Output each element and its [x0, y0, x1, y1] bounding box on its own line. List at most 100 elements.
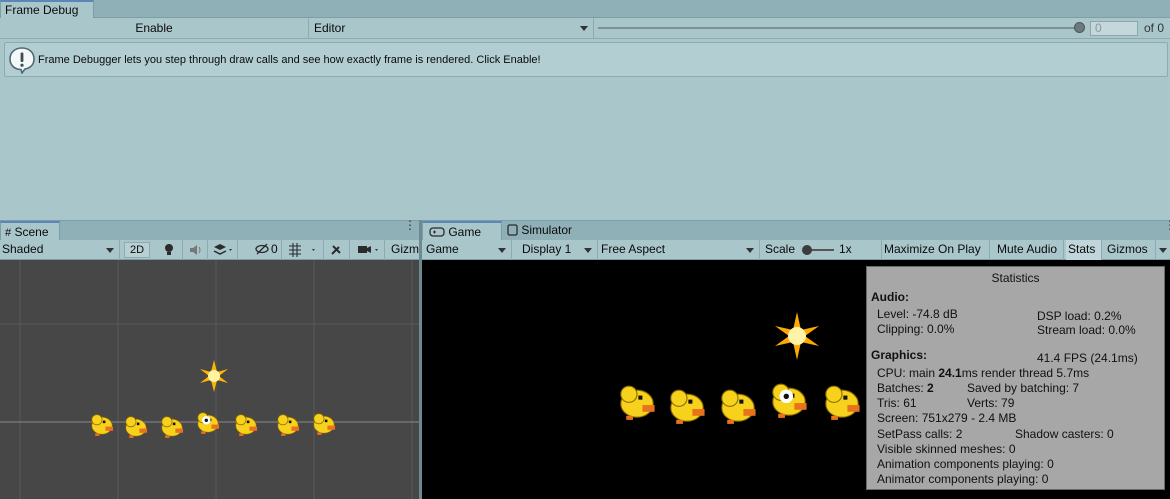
scale-slider-handle[interactable] [802, 245, 812, 255]
explosion-sprite [775, 312, 819, 360]
tab-game[interactable]: Game [422, 221, 502, 241]
explosion-sprite [200, 360, 228, 392]
statistics-title: Statistics [991, 271, 1040, 285]
audio-clipping: Clipping: 0.0% [877, 322, 955, 336]
stream-load: Stream load: 0.0% [1037, 323, 1136, 337]
scene-canvas [0, 260, 419, 499]
chevron-down-icon [580, 26, 588, 31]
event-slider-handle[interactable] [1074, 22, 1085, 33]
layers-icon [213, 244, 232, 255]
batches-prefix: Batches: [877, 381, 928, 395]
chevron-down-icon [106, 248, 114, 253]
audio-level: Level: -74.8 dB [877, 307, 958, 321]
event-slider-track[interactable] [598, 27, 1078, 29]
lightbulb-icon [165, 244, 173, 255]
view-mode-dropdown[interactable]: Game [422, 240, 512, 260]
scene-tabbar: # Scene ⋮ [0, 219, 419, 241]
duck-sprite [313, 413, 336, 435]
scene-visibility-toggle[interactable]: 0 [250, 240, 282, 260]
speaker-icon [190, 245, 201, 255]
surprised-duck-sprite [772, 383, 807, 418]
duck-sprite [670, 389, 705, 424]
stats-toggle[interactable]: Stats [1066, 240, 1102, 260]
more-options-icon[interactable]: ⋮ [1164, 219, 1170, 231]
maximize-on-play-toggle[interactable]: Maximize On Play [882, 240, 990, 260]
mute-audio-toggle[interactable]: Mute Audio [994, 240, 1064, 260]
scene-tab-label: Scene [14, 225, 49, 239]
chevron-down-icon [746, 248, 754, 253]
event-index-field[interactable]: 0 [1090, 21, 1138, 36]
screen-size: Screen: 751x279 - 2.4 MB [877, 411, 1017, 425]
display-value: Display 1 [522, 242, 572, 256]
lighting-toggle[interactable] [156, 240, 183, 260]
cpu-prefix: CPU: main [877, 366, 939, 380]
setpass-calls: SetPass calls: 2 [877, 427, 963, 441]
chevron-down-icon [498, 248, 506, 253]
audio-heading: Audio: [871, 290, 909, 304]
scene-viewport[interactable] [0, 260, 419, 499]
display-dropdown[interactable]: Display 1 [518, 240, 598, 260]
saved-by-batching: Saved by batching: 7 [967, 381, 1080, 395]
draw-mode-value: Shaded [2, 242, 44, 256]
scene-gizmos-dropdown[interactable]: Gizm [388, 240, 419, 260]
duck-sprite [235, 414, 258, 436]
grid-icon: # [5, 227, 12, 239]
hidden-eye-icon [255, 243, 269, 255]
visible-skinned-meshes: Visible skinned meshes: 0 [877, 442, 1016, 456]
cpu-main-value: 24.1 [938, 366, 962, 380]
batches-value: 2 [927, 381, 934, 395]
audio-toggle[interactable] [183, 240, 208, 260]
simulator-tab-label: Simulator [521, 223, 573, 237]
statistics-panel: Statistics Audio: Level: -74.8 dB DSP lo… [866, 266, 1165, 490]
info-icon [9, 47, 35, 74]
duck-sprite [721, 389, 756, 424]
game-tabbar: Game Simulator ⋮ [422, 219, 1170, 241]
draw-mode-dropdown[interactable]: Shaded [0, 240, 120, 260]
wrench-icon [331, 245, 341, 255]
duck-sprite [825, 385, 860, 420]
frame-debug-tabbar: Frame Debug [0, 0, 1170, 19]
dsp-load: DSP load: 0.2% [1037, 309, 1122, 323]
gizmos-dropdown[interactable] [1156, 240, 1170, 260]
game-toolbar: Game Display 1 Free Aspect Scale 1x Maxi… [422, 240, 1170, 260]
duck-sprite [91, 414, 114, 436]
camera-dropdown[interactable] [352, 240, 385, 260]
scene-toolbar: Shaded 2D 0 Gizm [0, 240, 419, 260]
device-icon [507, 224, 518, 236]
scale-value: 1x [839, 242, 852, 256]
tab-frame-debug[interactable]: Frame Debug [0, 0, 94, 19]
frame-debug-toolbar: Enable Editor 0 of 0 [0, 18, 1170, 39]
scale-label: Scale [765, 242, 796, 256]
target-dropdown-value: Editor [314, 21, 346, 35]
cpu-time: CPU: main 24.1ms render thread 5.7ms [877, 366, 1089, 380]
effects-dropdown[interactable] [208, 240, 238, 260]
duck-sprite [125, 416, 148, 438]
batches: Batches: 2 [877, 381, 934, 395]
duck-sprite [161, 416, 184, 438]
game-tab-label: Game [448, 225, 482, 239]
event-total-label: of 0 [1144, 21, 1165, 35]
tris: Tris: 61 [877, 396, 917, 410]
tab-simulator[interactable]: Simulator [506, 221, 586, 241]
verts: Verts: 79 [967, 396, 1015, 410]
chevron-down-icon [1159, 248, 1167, 253]
aspect-dropdown[interactable]: Free Aspect [598, 240, 760, 260]
grid-snapping-dropdown[interactable] [284, 240, 324, 260]
info-helpbox: Frame Debugger lets you step through dra… [4, 42, 1168, 77]
duck-sprite [277, 414, 300, 436]
chevron-down-icon [584, 248, 592, 253]
graphics-heading: Graphics: [871, 348, 928, 362]
animation-components: Animation components playing: 0 [877, 457, 1054, 471]
target-dropdown[interactable]: Editor [310, 18, 594, 38]
scale-control: Scale 1x [762, 240, 882, 260]
tools-button[interactable] [326, 240, 350, 260]
2d-toggle-button[interactable]: 2D [124, 242, 150, 258]
tab-scene[interactable]: # Scene [0, 221, 60, 241]
cpu-suffix: ms render thread 5.7ms [961, 366, 1090, 380]
gizmos-toggle[interactable]: Gizmos [1104, 240, 1156, 260]
gamepad-icon [429, 227, 445, 237]
more-options-icon[interactable]: ⋮ [404, 219, 416, 231]
fps-readout: 41.4 FPS (24.1ms) [1037, 351, 1138, 365]
enable-button[interactable]: Enable [0, 18, 309, 38]
shadow-casters: Shadow casters: 0 [1015, 427, 1114, 441]
